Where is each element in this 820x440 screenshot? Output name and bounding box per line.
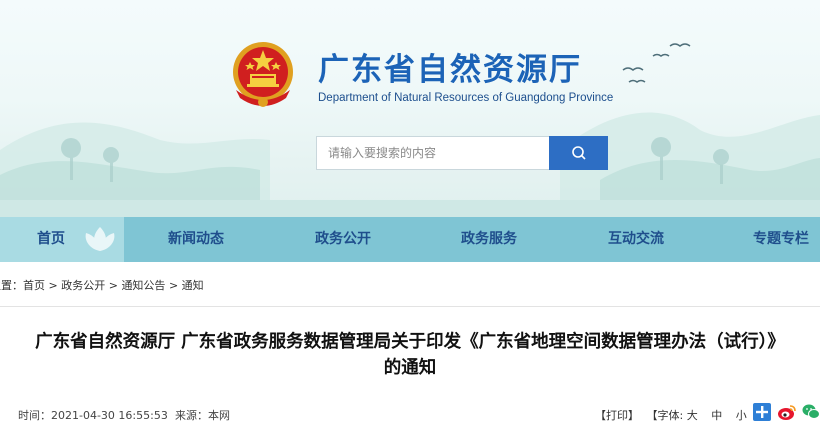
- nav-item-news[interactable]: 新闻动态: [168, 217, 224, 262]
- wechat-icon[interactable]: [802, 403, 820, 425]
- nav-item-home[interactable]: 首页: [0, 217, 124, 262]
- landscape-background: [0, 112, 820, 217]
- print-link[interactable]: 【打印】: [595, 407, 639, 423]
- publish-time-value: 2021-04-30 16:55:53: [51, 409, 168, 422]
- article-source: 来源：本网: [175, 407, 230, 423]
- article-title-line1: 广东省自然资源厅 广东省政务服务数据管理局关于印发《广东省地理空间数据管理办法（…: [35, 332, 785, 352]
- breadcrumb-item-notice[interactable]: 通知: [182, 279, 204, 292]
- breadcrumb-item-home[interactable]: 首页: [23, 279, 45, 292]
- font-size-label: 【字体:: [646, 409, 684, 422]
- lotus-icon: [85, 227, 115, 251]
- site-title: 广东省自然资源厅: [318, 52, 582, 88]
- search-input[interactable]: [316, 136, 562, 170]
- article-title: 广东省自然资源厅 广东省政务服务数据管理局关于印发《广东省地理空间数据管理办法（…: [0, 329, 820, 381]
- breadcrumb: 位置：首页 > 政务公开 > 通知公告 > 通知: [0, 277, 204, 293]
- breadcrumb-separator: >: [168, 279, 179, 292]
- nav-item-interaction[interactable]: 互动交流: [608, 217, 664, 262]
- nav-item-special-topics[interactable]: 专题专栏: [753, 217, 809, 262]
- publish-time-label: 时间：: [18, 409, 51, 422]
- breadcrumb-separator: >: [48, 279, 58, 292]
- search-icon: [571, 146, 586, 160]
- site-header: 广东省自然资源厅 Department of Natural Resources…: [0, 0, 820, 217]
- search-button[interactable]: [549, 136, 608, 170]
- birds-decoration: [622, 43, 691, 83]
- divider: [0, 306, 820, 307]
- breadcrumb-item-public-affairs[interactable]: 政务公开: [61, 279, 105, 292]
- font-size-large[interactable]: 大: [687, 407, 698, 423]
- breadcrumb-prefix: 位置：: [0, 279, 23, 292]
- national-emblem-icon: [230, 40, 296, 110]
- source-label: 来源：: [175, 409, 208, 422]
- plus-share-icon[interactable]: [753, 403, 771, 425]
- weibo-icon[interactable]: [777, 403, 797, 425]
- search-bar: [316, 136, 608, 170]
- breadcrumb-item-announcements[interactable]: 通知公告: [121, 279, 165, 292]
- nav-item-label: 首页: [37, 231, 65, 247]
- nav-item-government-services[interactable]: 政务服务: [461, 217, 517, 262]
- site-subtitle: Department of Natural Resources of Guang…: [318, 92, 614, 104]
- font-size-small[interactable]: 小: [736, 407, 747, 423]
- breadcrumb-separator: >: [108, 279, 118, 292]
- nav-item-public-affairs[interactable]: 政务公开: [315, 217, 371, 262]
- article-tools: 【打印】 【字体: 大 中 小 】: [595, 407, 765, 423]
- publish-time: 时间：2021-04-30 16:55:53: [18, 407, 168, 423]
- article-title-line2: 的通知: [383, 358, 437, 378]
- font-size-medium[interactable]: 中: [711, 407, 722, 423]
- main-navigation: 首页 新闻动态 政务公开 政务服务 互动交流 专题专栏: [0, 217, 820, 262]
- source-value: 本网: [208, 409, 230, 422]
